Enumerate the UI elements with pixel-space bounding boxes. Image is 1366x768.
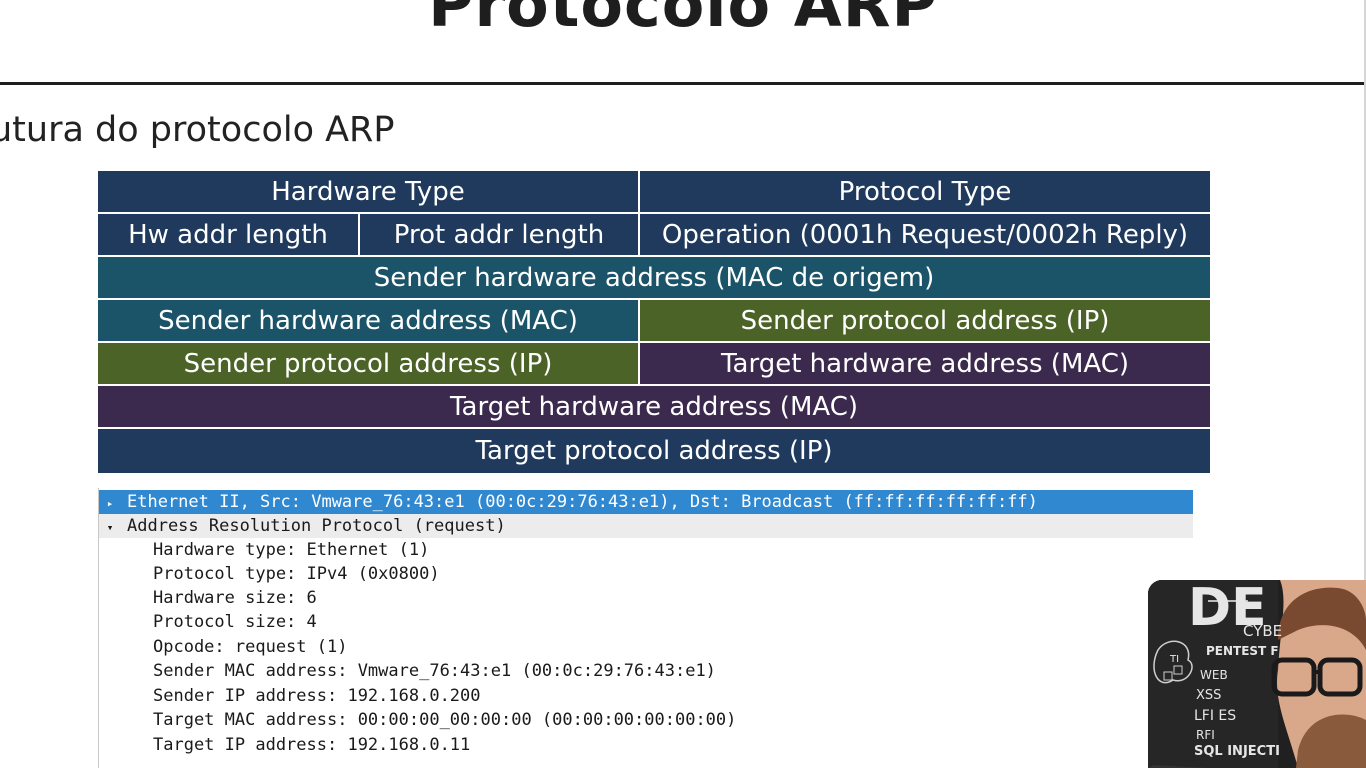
board-text: XSS bbox=[1196, 688, 1222, 703]
table-cell: Operation (0001h Request/0002h Reply) bbox=[640, 214, 1210, 255]
board-text: WEB bbox=[1200, 668, 1228, 682]
tree-node-ethernet[interactable]: ▸ Ethernet II, Src: Vmware_76:43:e1 (00:0… bbox=[99, 490, 1193, 514]
board-text: RFI bbox=[1196, 728, 1215, 742]
table-cell: Prot addr length bbox=[360, 214, 640, 255]
table-cell: Hw addr length bbox=[98, 214, 360, 255]
board-text: LFI ES bbox=[1194, 708, 1237, 724]
tree-node-label: Address Resolution Protocol (request) bbox=[127, 516, 506, 536]
table-cell: Target protocol address (IP) bbox=[98, 429, 1210, 473]
table-cell: Hardware Type bbox=[98, 171, 640, 212]
tree-field[interactable]: Protocol type: IPv4 (0x0800) bbox=[153, 562, 440, 586]
table-row: Target hardware address (MAC) bbox=[98, 386, 1210, 429]
tree-field[interactable]: Sender MAC address: Vmware_76:43:e1 (00:… bbox=[153, 659, 716, 683]
tree-field[interactable]: Protocol size: 4 bbox=[153, 610, 317, 634]
expand-arrow-icon[interactable]: ▸ bbox=[99, 492, 121, 516]
tree-node-label: Ethernet II, Src: Vmware_76:43:e1 (00:0c… bbox=[127, 492, 1038, 512]
table-cell: Sender hardware address (MAC) bbox=[98, 300, 640, 341]
board-text: SQL INJECTI bbox=[1194, 744, 1280, 759]
table-cell: Sender hardware address (MAC de origem) bbox=[98, 257, 1210, 298]
table-row: Sender hardware address (MAC) Sender pro… bbox=[98, 300, 1210, 343]
slide-title: Protocolo ARP bbox=[428, 0, 938, 41]
tree-field[interactable]: Target IP address: 192.168.0.11 bbox=[153, 733, 470, 757]
table-row: Sender protocol address (IP) Target hard… bbox=[98, 343, 1210, 386]
webcam-overlay: DE CYBE PENTEST F WEB XSS LFI ES RFI SQL… bbox=[1148, 580, 1366, 768]
table-row: Sender hardware address (MAC de origem) bbox=[98, 257, 1210, 300]
table-row: Hw addr length Prot addr length Operatio… bbox=[98, 214, 1210, 257]
table-cell: Sender protocol address (IP) bbox=[98, 343, 640, 384]
tree-field[interactable]: Hardware size: 6 bbox=[153, 586, 317, 610]
table-cell: Target hardware address (MAC) bbox=[98, 386, 1210, 427]
table-cell: Target hardware address (MAC) bbox=[640, 343, 1210, 384]
table-row: Target protocol address (IP) bbox=[98, 429, 1210, 473]
tree-field[interactable]: Hardware type: Ethernet (1) bbox=[153, 538, 429, 562]
tree-field[interactable]: Opcode: request (1) bbox=[153, 635, 347, 659]
board-text: TI bbox=[1170, 654, 1180, 665]
collapse-arrow-icon[interactable]: ▾ bbox=[99, 516, 121, 540]
table-cell: Protocol Type bbox=[640, 171, 1210, 212]
tree-field[interactable]: Target MAC address: 00:00:00_00:00:00 (0… bbox=[153, 708, 736, 732]
slide-subtitle: utura do protocolo ARP bbox=[0, 110, 395, 150]
title-divider bbox=[0, 82, 1366, 85]
table-cell: Sender protocol address (IP) bbox=[640, 300, 1210, 341]
tree-field[interactable]: Sender IP address: 192.168.0.200 bbox=[153, 684, 481, 708]
tree-node-arp[interactable]: ▾ Address Resolution Protocol (request) bbox=[99, 514, 1193, 538]
board-text: CYBE bbox=[1243, 622, 1283, 640]
packet-details-pane: ▸ Ethernet II, Src: Vmware_76:43:e1 (00:0… bbox=[98, 488, 1195, 768]
table-row: Hardware Type Protocol Type bbox=[98, 171, 1210, 214]
board-text: PENTEST F bbox=[1206, 644, 1279, 658]
arp-header-table: Hardware Type Protocol Type Hw addr leng… bbox=[98, 171, 1210, 473]
